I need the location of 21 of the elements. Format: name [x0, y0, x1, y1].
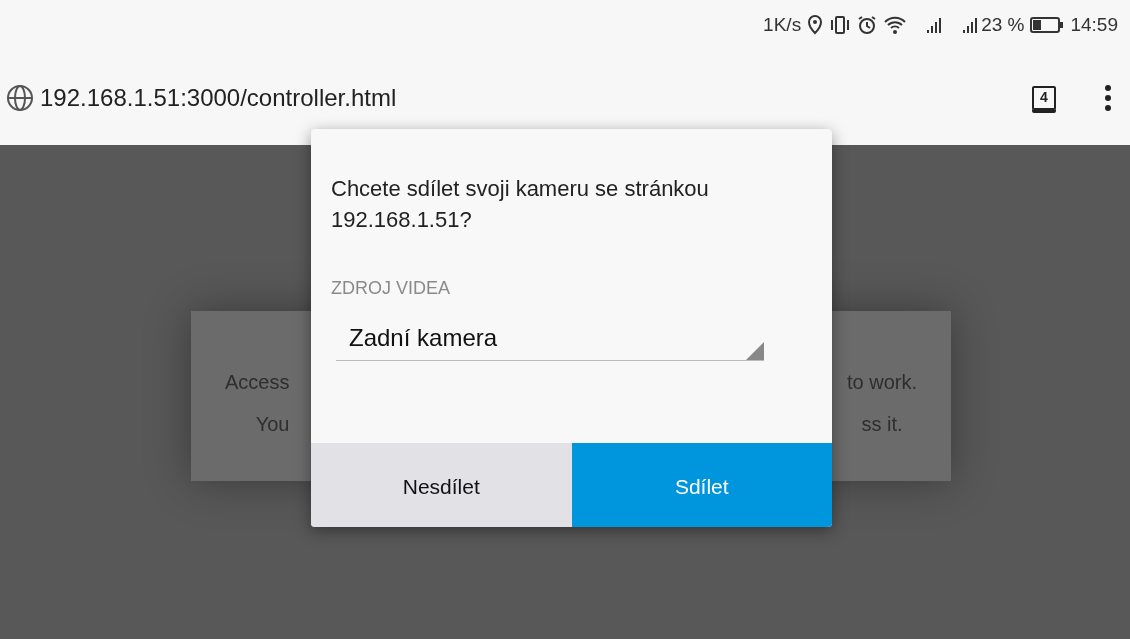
- card-text: to work.: [846, 370, 917, 395]
- source-label: ZDROJ VIDEA: [330, 277, 451, 300]
- menu-icon[interactable]: [1104, 82, 1112, 113]
- vibrate-icon: [829, 15, 852, 35]
- alarm-icon: [857, 15, 878, 35]
- deny-button[interactable]: Nesdílet: [311, 443, 572, 527]
- tab-count-button[interactable]: 4: [1032, 85, 1056, 110]
- url-text[interactable]: 192.168.1.51:3000/controller.html: [40, 79, 397, 116]
- battery-percent: 23 %: [981, 12, 1025, 37]
- dropdown-triangle-icon: [746, 342, 764, 360]
- clock: 14:59: [1070, 12, 1118, 37]
- dialog-message: Chcete sdílet svoji kameru se stránkou 192.168.1.51?: [330, 175, 710, 234]
- card-text: ss it.: [861, 412, 903, 437]
- card-text: You: [255, 412, 290, 437]
- battery-icon: [1030, 16, 1065, 34]
- location-icon: [807, 15, 824, 35]
- card-text: Access: [225, 370, 290, 395]
- globe-icon: [6, 83, 34, 112]
- wifi-icon: [883, 15, 908, 35]
- video-source-dropdown[interactable]: Zadní kamera: [336, 316, 764, 361]
- network-speed: 1K/s: [763, 12, 802, 37]
